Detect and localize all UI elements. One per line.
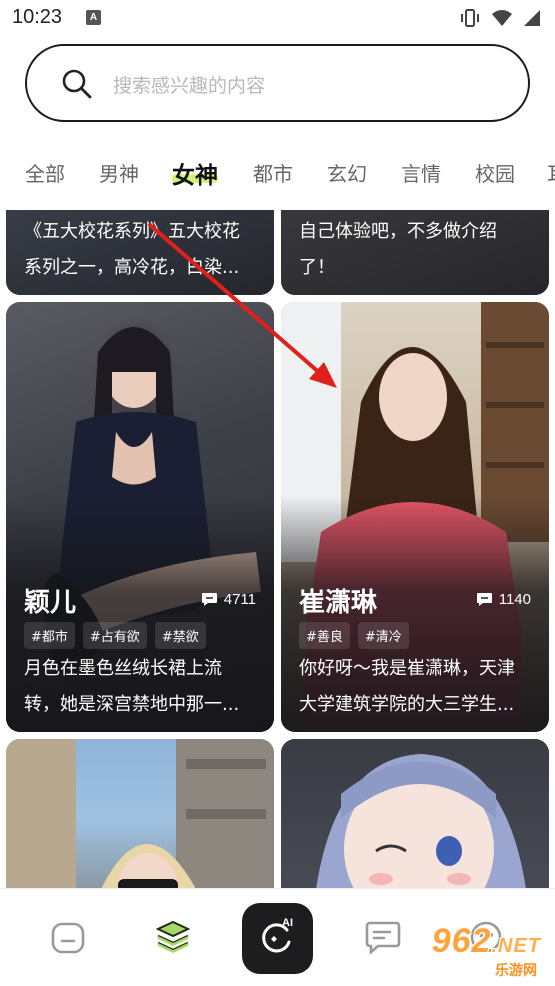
status-icons xyxy=(459,8,541,28)
character-illustration xyxy=(6,739,274,890)
tab-male[interactable]: 男神 xyxy=(99,158,139,187)
search-icon xyxy=(62,69,92,99)
card-description: 你好呀～我是崔潇琳，天津 大学建筑学院的大三学生... xyxy=(299,658,515,715)
signal-icon xyxy=(524,10,540,26)
status-time: 10:23 xyxy=(12,6,63,28)
tag-list: #善良 #清冷 xyxy=(299,622,409,649)
message-icon[interactable] xyxy=(364,919,402,955)
character-card[interactable] xyxy=(6,739,274,890)
wifi-icon xyxy=(492,10,512,26)
tag-list: #都市 #占有欲 #禁欲 xyxy=(24,622,206,649)
character-card[interactable]: 颖儿 4711 #都市 #占有欲 #禁欲 月色在墨色丝绒长裙上流 转，她是深宫禁… xyxy=(6,302,274,732)
character-illustration xyxy=(315,754,527,890)
search-placeholder: 搜索感兴趣的内容 xyxy=(113,75,266,97)
tab-female[interactable]: 女神 xyxy=(172,156,218,190)
character-card[interactable]: 《五大校花系列》五大校花 系列之一，高冷花，白染... xyxy=(6,210,274,295)
chat-bubble-icon xyxy=(201,593,217,606)
layers-icon[interactable] xyxy=(155,919,191,955)
character-name: 崔潇琳 xyxy=(299,588,378,618)
character-card[interactable] xyxy=(281,739,549,890)
character-feed[interactable]: 《五大校花系列》五大校花 系列之一，高冷花，白染... 自己体验吧，不多做介绍 … xyxy=(0,210,555,890)
ai-create-button[interactable]: AI xyxy=(242,903,313,974)
tag: #善良 xyxy=(299,622,350,649)
home-icon[interactable] xyxy=(50,919,86,955)
notification-icon: A xyxy=(86,10,101,25)
app-screen: 10:23 A 搜索感兴趣的内容 全部 男神 女神 都市 玄幻 言情 校园 《五… xyxy=(0,0,555,986)
chat-bubble-icon xyxy=(476,593,492,606)
character-card[interactable]: 崔潇琳 1140 #善良 #清冷 你好呀～我是崔潇琳，天津 大学建筑学院的大三学… xyxy=(281,302,549,732)
card-description: 自己体验吧，不多做介绍 了！ xyxy=(299,221,497,278)
character-name: 颖儿 xyxy=(24,588,77,618)
tab-romance[interactable]: 言情 xyxy=(401,158,441,187)
status-bar: 10:23 A xyxy=(0,0,555,38)
card-description: 月色在墨色丝绒长裙上流 转，她是深宫禁地中那一... xyxy=(24,658,240,715)
tag: #都市 xyxy=(24,622,75,649)
character-card[interactable]: 自己体验吧，不多做介绍 了！ xyxy=(281,210,549,295)
tab-campus[interactable]: 校园 xyxy=(475,158,515,187)
tab-urban[interactable]: 都市 xyxy=(253,158,293,187)
vibrate-icon xyxy=(461,9,479,27)
ai-label: AI xyxy=(282,917,293,929)
site-watermark: 962.NET 乐游网 xyxy=(431,922,541,979)
chat-count: 1140 xyxy=(476,591,531,608)
tab-more[interactable]: 耳 xyxy=(547,158,555,187)
bottom-nav: AI 962.NET 乐游网 xyxy=(0,888,555,986)
category-tabs: 全部 男神 女神 都市 玄幻 言情 校园 耳 xyxy=(0,150,555,200)
tab-fantasy[interactable]: 玄幻 xyxy=(327,158,367,187)
search-input[interactable]: 搜索感兴趣的内容 xyxy=(25,44,530,122)
chat-count: 4711 xyxy=(201,591,256,608)
card-description: 《五大校花系列》五大校花 系列之一，高冷花，白染... xyxy=(24,221,240,278)
tag: #清冷 xyxy=(357,622,409,649)
tag: #占有欲 xyxy=(82,622,147,649)
tab-all[interactable]: 全部 xyxy=(25,158,65,187)
tag: #禁欲 xyxy=(154,622,206,649)
